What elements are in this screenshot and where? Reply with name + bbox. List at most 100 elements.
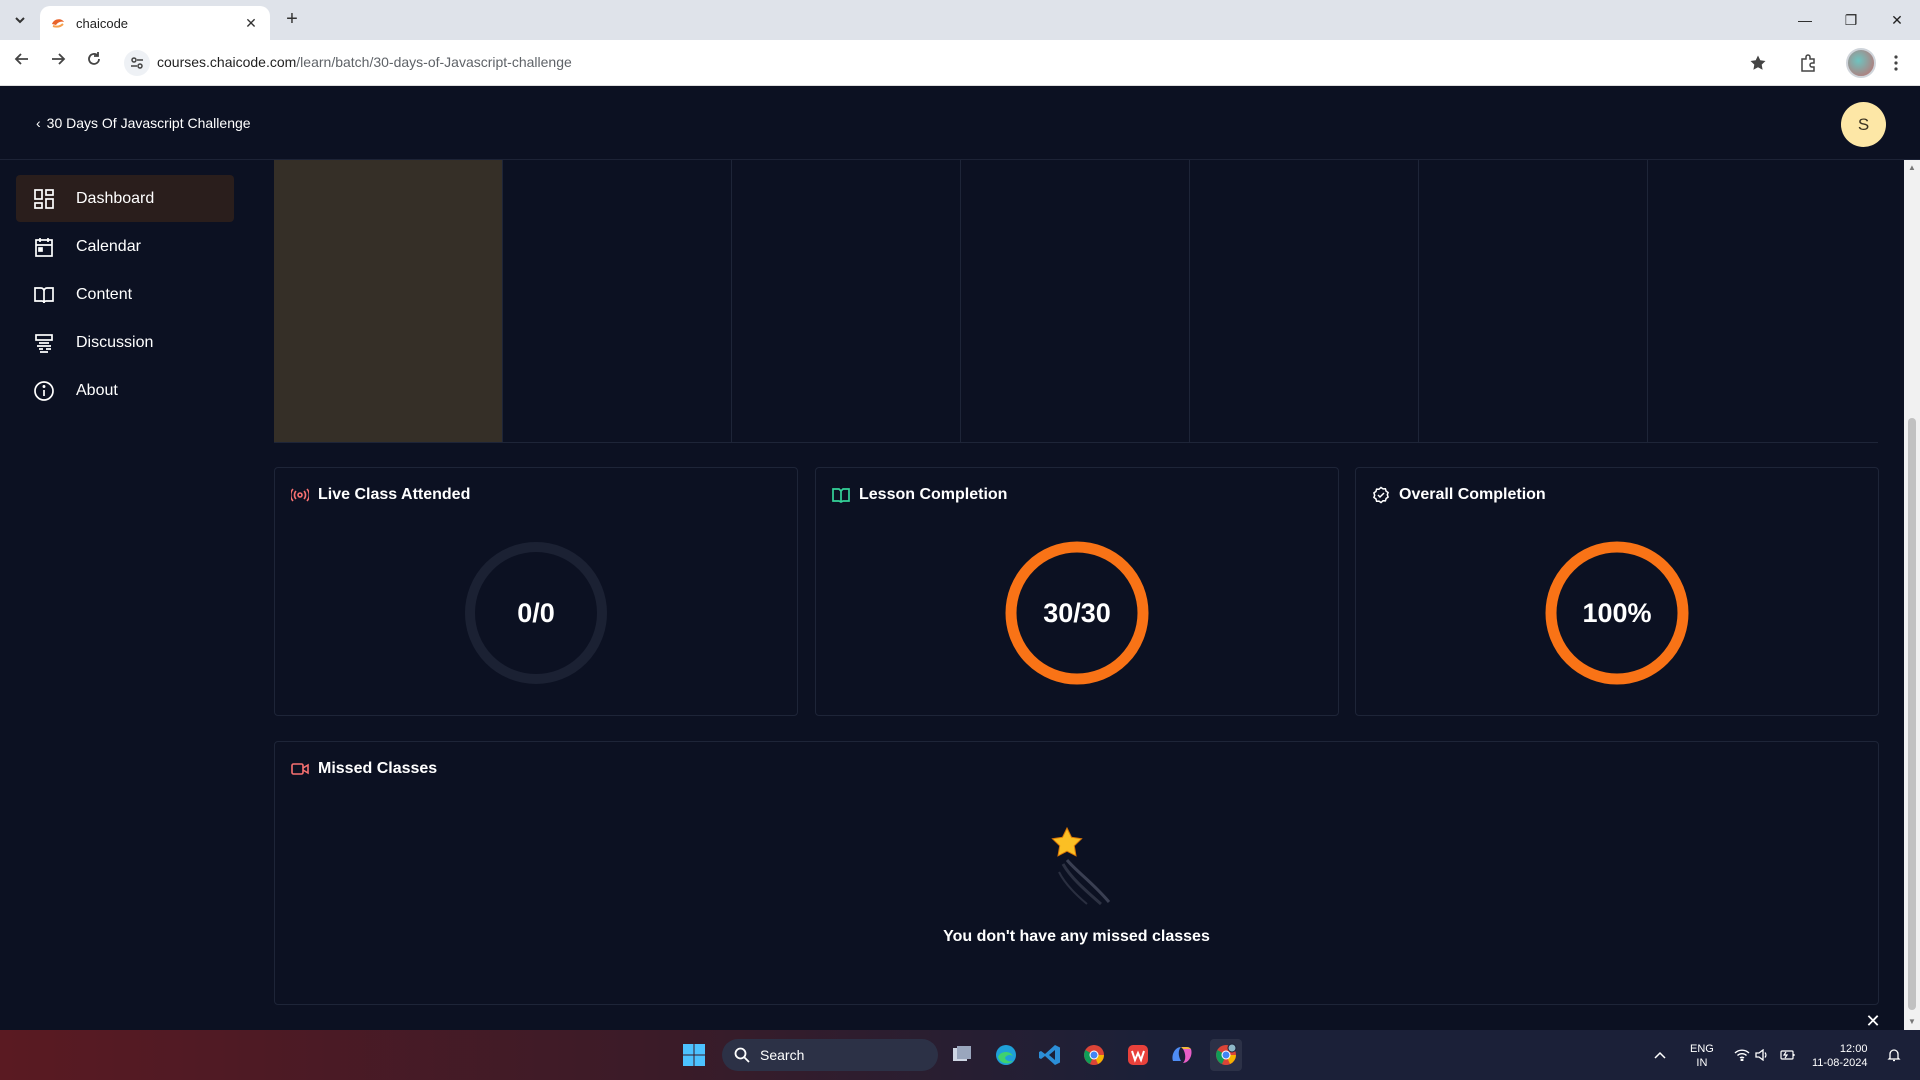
lesson-completion-card: Lesson Completion 30/30 [815,467,1339,716]
sidebar-item-discussion[interactable]: Discussion [16,319,234,366]
card-title: Missed Classes [318,760,438,777]
taskbar-clock[interactable]: 12:00 11-08-2024 [1812,1042,1867,1070]
language-code: ENG [1690,1043,1714,1055]
wifi-icon[interactable] [1732,1039,1752,1071]
windows-start-icon[interactable] [678,1039,710,1071]
back-arrow-icon[interactable] [10,51,34,75]
app-header: ‹ 30 Days Of Javascript Challenge S [0,87,1920,160]
page-scrollbar[interactable]: ▲ ▼ [1904,160,1920,1030]
site-info-icon[interactable] [124,50,150,76]
book-icon [32,283,56,307]
calendar-day-cell[interactable] [503,160,732,442]
search-icon [734,1047,750,1063]
missed-classes-card: Missed Classes You don't have any missed… [274,741,1879,1005]
scrollbar-thumb[interactable] [1908,418,1916,1010]
edge-browser-icon[interactable] [990,1039,1022,1071]
card-title: Live Class Attended [318,486,471,503]
chrome-active-icon[interactable] [1210,1039,1242,1071]
sidebar-item-label: Content [76,285,133,303]
calendar-day-cell[interactable] [1419,160,1648,442]
input-language-indicator[interactable]: ENG IN [1690,1042,1714,1070]
browser-toolbar: courses.chaicode.com/learn/batch/30-days… [0,40,1920,86]
address-bar[interactable]: courses.chaicode.com/learn/batch/30-days… [157,54,572,70]
live-class-card: Live Class Attended 0/0 [274,467,798,716]
sidebar-item-about[interactable]: About [16,367,234,414]
card-title: Lesson Completion [859,486,1008,503]
notification-bell-icon[interactable] [1884,1039,1904,1071]
extensions-puzzle-icon[interactable] [1795,50,1821,76]
calendar-week-grid [274,160,1878,443]
clock-time: 12:00 [1839,1043,1868,1055]
progress-ring: 30/30 [1004,540,1150,686]
close-icon[interactable]: ✕ [1864,1012,1882,1030]
chaicode-favicon-icon [52,19,64,28]
progress-value: 100% [1582,597,1652,628]
calendar-day-cell[interactable] [961,160,1190,442]
os-taskbar: Search ENG IN 12:00 11-08-2024 [0,1030,1920,1080]
chevron-left-icon: ‹ [36,115,41,131]
volume-icon[interactable] [1752,1039,1772,1071]
new-tab-plus-icon[interactable]: + [280,8,304,32]
reload-icon[interactable] [82,51,106,75]
sidebar-item-content[interactable]: Content [16,271,234,318]
browser-profile-avatar[interactable] [1846,48,1876,78]
calendar-icon [32,235,56,259]
info-icon [32,379,56,403]
course-back-link[interactable]: ‹ 30 Days Of Javascript Challenge [36,115,251,131]
sidebar-item-label: Dashboard [76,189,155,207]
wps-office-icon[interactable] [1122,1039,1154,1071]
calendar-day-cell[interactable] [1190,160,1419,442]
minimize-icon[interactable]: — [1782,0,1828,40]
tab-list-chevron-icon[interactable] [8,8,32,32]
taskbar-search-label: Search [760,1047,805,1063]
restore-icon[interactable]: ❐ [1828,0,1874,40]
browser-tab-bar: chaicode ✕ + — ❐ ✕ [0,0,1920,40]
discussion-icon [32,331,56,355]
empty-state-text: You don't have any missed classes [943,928,1210,945]
shooting-star-icon [1050,826,1110,906]
clock-date: 11-08-2024 [1812,1057,1868,1069]
sidebar-item-label: About [76,381,118,399]
badge-check-icon [1372,486,1390,504]
sidebar-item-dashboard[interactable]: Dashboard [16,175,234,222]
progress-value: 0/0 [517,597,555,628]
video-camera-icon [291,760,309,778]
chrome-icon[interactable] [1078,1039,1110,1071]
user-avatar[interactable]: S [1841,102,1886,147]
copilot-icon[interactable] [1166,1039,1198,1071]
calendar-day-cell[interactable] [1648,160,1877,442]
forward-arrow-icon[interactable] [46,51,70,75]
overall-completion-card: Overall Completion 100% [1355,467,1879,716]
calendar-day-cell[interactable] [732,160,961,442]
tab-title: chaicode [76,15,129,31]
tab-close-icon[interactable]: ✕ [242,15,260,32]
browser-tab[interactable]: chaicode ✕ [40,6,270,40]
sidebar-item-calendar[interactable]: Calendar [16,223,234,270]
window-close-icon[interactable]: ✕ [1874,0,1920,40]
sidebar-item-label: Discussion [76,333,154,351]
sidebar-item-label: Calendar [76,237,141,255]
progress-ring: 0/0 [463,540,609,686]
region-code: IN [1696,1057,1708,1069]
url-host: courses.chaicode.com [157,54,297,70]
dashboard-icon [32,187,56,211]
course-title: 30 Days Of Javascript Challenge [46,115,251,131]
scroll-up-arrow-icon[interactable]: ▲ [1908,164,1916,172]
progress-value: 30/30 [1043,597,1111,628]
vscode-icon[interactable] [1034,1039,1066,1071]
book-open-icon [832,486,850,504]
sidebar: Dashboard Calendar Content Discussion Ab… [0,160,250,1030]
browser-menu-dots-icon[interactable] [1883,50,1909,76]
empty-state: You don't have any missed classes [275,822,1878,946]
calendar-day-cell-today[interactable] [274,160,503,442]
task-view-icon[interactable] [946,1039,978,1071]
bookmark-star-icon[interactable] [1745,50,1771,76]
taskbar-search[interactable]: Search [722,1039,938,1071]
scroll-down-arrow-icon[interactable]: ▼ [1908,1018,1916,1026]
progress-ring: 100% [1544,540,1690,686]
card-title: Overall Completion [1399,486,1546,503]
live-broadcast-icon [291,486,309,504]
battery-icon[interactable] [1778,1039,1798,1071]
url-path: /learn/batch/30-days-of-Javascript-chall… [296,54,572,70]
tray-chevron-up-icon[interactable] [1650,1039,1670,1071]
